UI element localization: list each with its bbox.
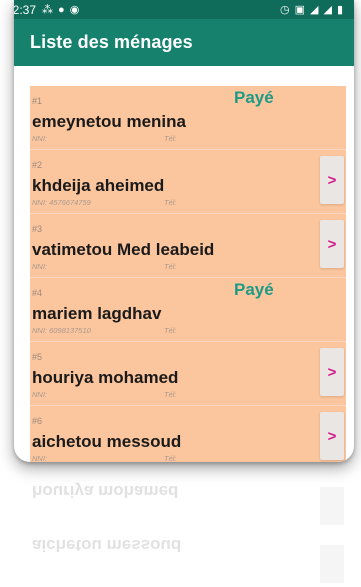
reflection-button: [320, 545, 344, 583]
tel-label: Tél:: [164, 262, 177, 271]
open-household-button[interactable]: >: [320, 156, 344, 204]
paid-status: Payé: [234, 280, 274, 299]
open-household-button[interactable]: >: [320, 220, 344, 268]
item-meta: NNI: 4576674759 Tél:: [32, 198, 177, 207]
household-name: khdeija aheimed: [32, 176, 165, 195]
open-household-button[interactable]: >: [320, 348, 344, 396]
reflection-text: aichetou messoud: [32, 536, 182, 555]
signal-icon: ◢: [323, 4, 332, 16]
signal-icon: ◢: [310, 4, 319, 16]
item-index: #5: [32, 352, 43, 362]
screen-reflection: aichetou messoud houriya mohamed: [30, 478, 346, 587]
item-index: #6: [32, 416, 43, 426]
item-meta: NNI: Tél:: [32, 454, 177, 462]
list-item[interactable]: #5 houriya mohamed NNI: Tél: >: [30, 342, 346, 406]
tel-label: Tél:: [164, 134, 177, 143]
camera-icon: ◉: [69, 4, 80, 16]
household-name: vatimetou Med leabeid: [32, 240, 215, 259]
item-meta: NNI: Tél:: [32, 262, 177, 271]
paid-status: Payé: [234, 88, 274, 107]
item-index: #1: [32, 96, 43, 106]
reflection-text: houriya mohamed: [32, 482, 179, 501]
list-item[interactable]: #3 vatimetou Med leabeid NNI: Tél: >: [30, 214, 346, 278]
item-meta: NNI: Tél:: [32, 134, 177, 143]
household-name: aichetou messoud: [32, 432, 182, 451]
tel-label: Tél:: [164, 390, 177, 399]
page-title: Liste des ménages: [30, 32, 193, 52]
phone-screen: 02:37 ⁂ ● ◉ ◷ ▣ ◢ ◢ ▮ Liste des ménages …: [14, 0, 354, 462]
app-bar: Liste des ménages: [14, 19, 354, 66]
nni-label: NNI: 4576674759: [32, 198, 91, 207]
nni-label: NNI: 6098137510: [32, 326, 91, 335]
nni-label: NNI:: [32, 454, 47, 462]
tel-label: Tél:: [164, 326, 177, 335]
reflection-button: [320, 487, 344, 525]
item-index: #4: [32, 288, 43, 298]
record-icon: ●: [58, 3, 65, 16]
open-household-button[interactable]: >: [320, 412, 344, 460]
tel-label: Tél:: [164, 454, 177, 462]
alarm-icon: ◷: [279, 4, 290, 16]
list-item[interactable]: #6 aichetou messoud NNI: Tél: >: [30, 406, 346, 462]
screen-icon: ▣: [294, 4, 305, 16]
item-meta: NNI: Tél:: [32, 390, 177, 399]
household-name: emeynetou menina: [32, 112, 186, 131]
item-index: #3: [32, 224, 43, 234]
nni-label: NNI:: [32, 134, 47, 143]
list-item[interactable]: #1 Payé emeynetou menina NNI: Tél:: [30, 86, 346, 150]
nni-label: NNI:: [32, 262, 47, 271]
apps-icon: ⁂: [42, 4, 54, 16]
item-meta: NNI: 6098137510 Tél:: [32, 326, 177, 335]
tel-label: Tél:: [164, 198, 177, 207]
status-time: 02:37: [14, 2, 37, 17]
nni-label: NNI:: [32, 390, 47, 399]
item-index: #2: [32, 160, 43, 170]
household-name: houriya mohamed: [32, 368, 179, 387]
list-item[interactable]: #2 khdeija aheimed NNI: 4576674759 Tél: …: [30, 150, 346, 214]
list-item[interactable]: #4 Payé mariem lagdhav NNI: 6098137510 T…: [30, 278, 346, 342]
household-list[interactable]: #1 Payé emeynetou menina NNI: Tél: #2 kh…: [30, 86, 346, 462]
household-name: mariem lagdhav: [32, 304, 162, 323]
status-bar: 02:37 ⁂ ● ◉ ◷ ▣ ◢ ◢ ▮: [14, 0, 354, 19]
battery-icon: ▮: [336, 4, 343, 16]
